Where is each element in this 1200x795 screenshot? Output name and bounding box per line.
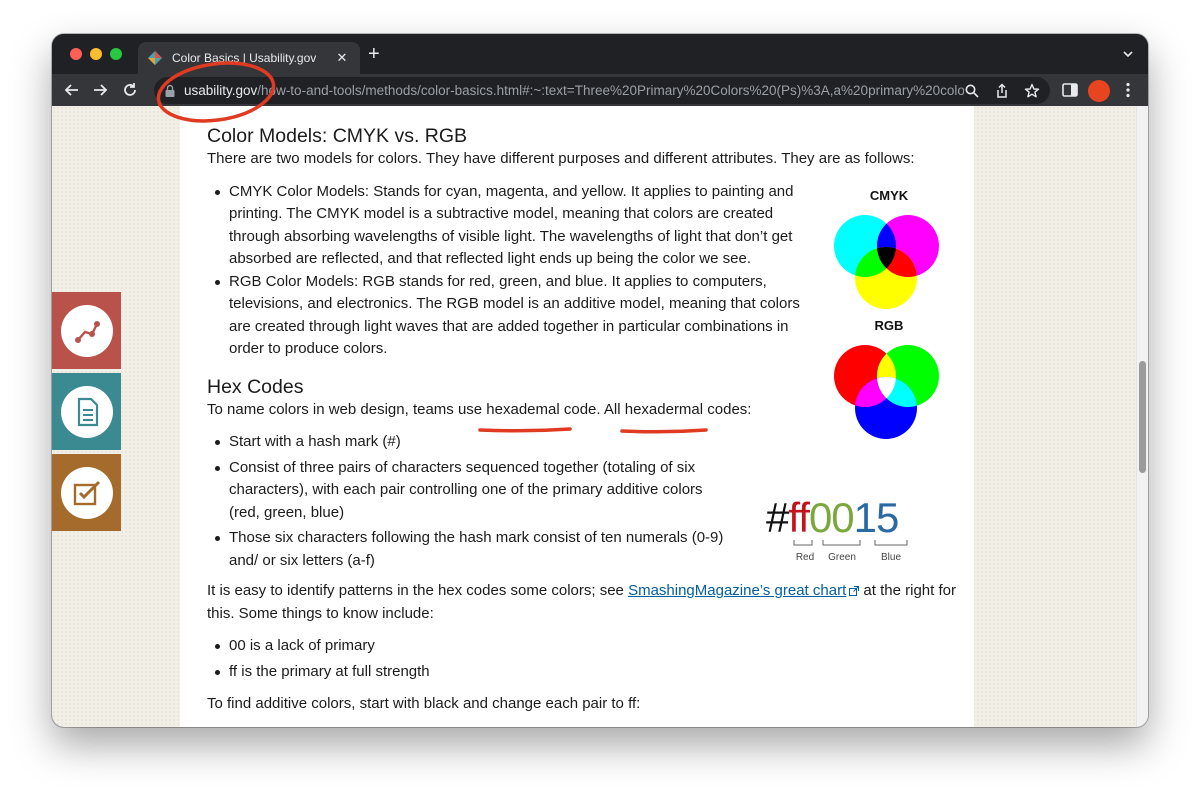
- side-panel-icon[interactable]: [1060, 80, 1080, 100]
- cmyk-label: CMYK: [870, 188, 909, 203]
- patterns-paragraph: It is easy to identify patterns in the h…: [207, 580, 974, 625]
- side-tab-templates[interactable]: [52, 373, 121, 450]
- rgb-label: RGB: [875, 318, 904, 333]
- hex-list: Start with a hash mark (#) Consist of th…: [207, 431, 727, 572]
- scrollbar-thumb[interactable]: [1139, 361, 1146, 473]
- minimize-window-button[interactable]: [90, 48, 102, 60]
- browser-window: Color Basics | Usability.gov ✕ + usabili…: [52, 34, 1148, 727]
- profile-avatar[interactable]: [1088, 80, 1110, 102]
- address-bar[interactable]: usability.gov/how-to-and-tools/methods/c…: [154, 77, 1050, 104]
- new-tab-button[interactable]: +: [368, 44, 380, 64]
- list-item: Consist of three pairs of characters seq…: [207, 457, 727, 525]
- more-icon[interactable]: [1118, 80, 1138, 100]
- cmyk-venn-diagram: CMYK: [834, 188, 939, 309]
- rgb-venn-diagram: RGB: [834, 318, 939, 439]
- close-window-button[interactable]: [70, 48, 82, 60]
- additive-line: To find additive colors, start with blac…: [207, 695, 641, 712]
- star-icon[interactable]: [1024, 83, 1040, 99]
- flow-chart-icon: [74, 320, 100, 343]
- smashing-chart-link[interactable]: SmashingMagazine’s great chart: [628, 582, 846, 599]
- tab-title: Color Basics | Usability.gov: [172, 51, 317, 65]
- url-host: usability.gov: [184, 83, 258, 98]
- list-item: Start with a hash mark (#): [207, 431, 727, 454]
- reload-icon[interactable]: [120, 80, 140, 100]
- tab-search-chevron-icon[interactable]: [1122, 48, 1134, 60]
- toolbar: usability.gov/how-to-and-tools/methods/c…: [52, 74, 1148, 106]
- models-intro: There are two models for colors. They ha…: [207, 150, 915, 167]
- list-item: ff is the primary at full strength: [207, 661, 974, 684]
- list-item: 00 is a lack of primary: [207, 635, 974, 658]
- list-item: CMYK Color Models: Stands for cyan, mage…: [207, 181, 817, 271]
- hex-red-label: Red: [796, 552, 814, 563]
- hex-green-label: Green: [828, 552, 856, 563]
- side-tab-guidelines[interactable]: [52, 454, 121, 531]
- side-tab-circle: [60, 385, 113, 438]
- external-link-icon: [849, 586, 860, 596]
- search-icon[interactable]: [964, 83, 980, 99]
- page-scrollbar[interactable]: [1136, 106, 1148, 727]
- checklist-edit-icon: [73, 480, 100, 505]
- hex-code-figure: #ff0015 Red Green Blue: [766, 494, 908, 563]
- share-icon[interactable]: [994, 82, 1010, 99]
- side-tab-circle: [60, 304, 113, 357]
- tab-close-icon[interactable]: ✕: [334, 50, 350, 66]
- list-item: Those six characters following the hash …: [207, 527, 727, 572]
- know-list: 00 is a lack of primary ff is the primar…: [207, 635, 974, 683]
- hex-blue-pair: 15: [854, 494, 899, 541]
- hex-blue-label: Blue: [881, 552, 901, 563]
- side-tab-circle: [60, 466, 113, 519]
- side-tool-tabs: [52, 292, 121, 535]
- zoom-window-button[interactable]: [110, 48, 122, 60]
- url-text[interactable]: usability.gov/how-to-and-tools/methods/c…: [184, 83, 964, 98]
- tab-strip: Color Basics | Usability.gov ✕ +: [52, 34, 1148, 74]
- hex-hash: #: [766, 494, 790, 541]
- url-path: /how-to-and-tools/methods/color-basics.h…: [257, 83, 964, 98]
- list-item: RGB Color Models: RGB stands for red, gr…: [207, 271, 817, 361]
- usability-favicon-icon: [148, 51, 162, 65]
- side-tab-methods[interactable]: [52, 292, 121, 369]
- browser-tab[interactable]: Color Basics | Usability.gov ✕: [138, 42, 360, 74]
- forward-arrow-icon[interactable]: [90, 80, 110, 100]
- article-content: Color Models: CMYK vs. RGB There are two…: [180, 106, 974, 727]
- patterns-text-before: It is easy to identify patterns in the h…: [207, 582, 629, 599]
- document-icon: [77, 397, 98, 426]
- back-arrow-icon[interactable]: [62, 80, 82, 100]
- hex-green-pair: 00: [809, 494, 854, 541]
- hex-red-pair: ff: [788, 494, 810, 541]
- svg-text:#ff0015: #ff0015: [766, 494, 898, 541]
- lock-icon[interactable]: [164, 84, 176, 98]
- models-heading: Color Models: CMYK vs. RGB: [207, 125, 468, 147]
- models-list: CMYK Color Models: Stands for cyan, mage…: [207, 181, 817, 361]
- page-viewport[interactable]: Color Models: CMYK vs. RGB There are two…: [52, 106, 1148, 727]
